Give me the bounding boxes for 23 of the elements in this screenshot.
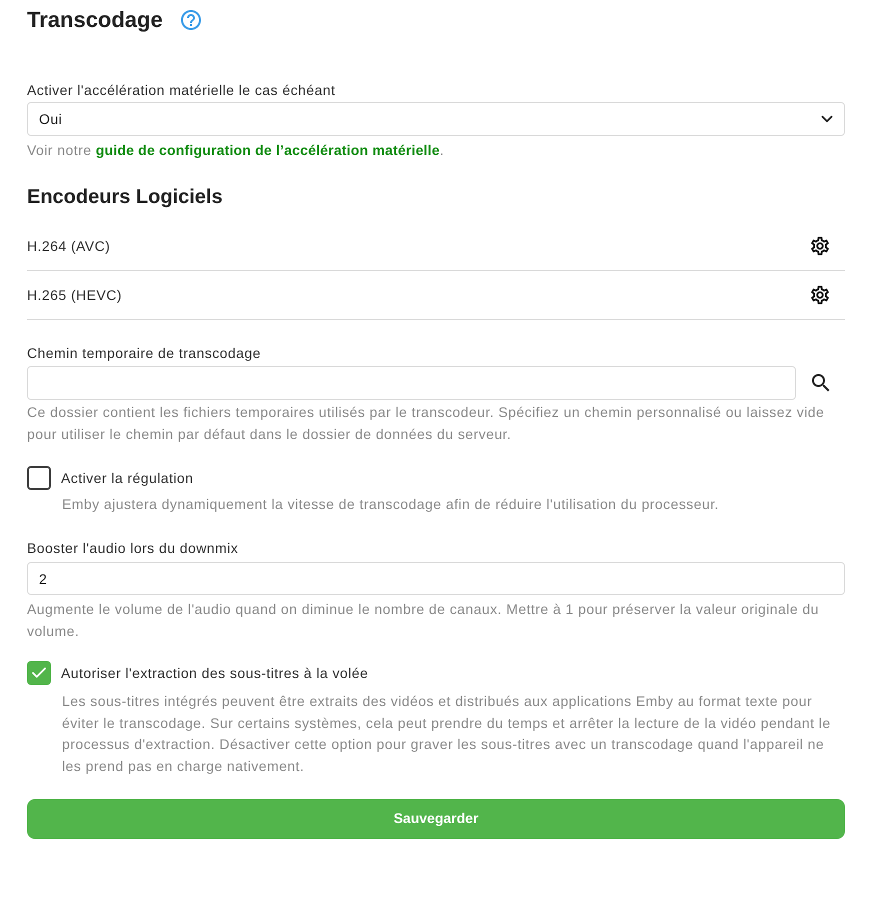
hardware-acceleration-select[interactable]: Oui bbox=[27, 102, 845, 136]
settings-icon[interactable] bbox=[809, 235, 831, 257]
encoder-name: H.264 (AVC) bbox=[27, 237, 110, 256]
checkbox-description: Emby ajustera dynamiquement la vitesse de transcodage afin de réduire l'utilisation du processeur. bbox=[61, 495, 720, 514]
checkbox-label: Autoriser l'extraction des sous-titres à la volée bbox=[61, 664, 368, 683]
help-text: Voir notre guide de configuration de l’accélération matérielle. bbox=[27, 141, 446, 160]
checkbox-label: Activer la régulation bbox=[61, 469, 194, 488]
checkbox[interactable] bbox=[27, 661, 51, 685]
field-description: Ce dossier contient les fichiers temporaires utilisés par le transcodeur. Spécifiez un chemin personnalisé ou laissez vide pour utiliser le chemin par défaut dans le dossier de données du serveur. bbox=[27, 403, 826, 444]
page-title: Transcodage bbox=[27, 6, 163, 34]
section-heading: Encodeurs Logiciels bbox=[27, 185, 224, 210]
field-label: Chemin temporaire de transcodage bbox=[27, 344, 262, 363]
help-icon[interactable] bbox=[178, 8, 203, 32]
field-description: Augmente le volume de l'audio quand on diminue le nombre de canaux. Mettre à 1 pour préserver la valeur originale du volume. bbox=[27, 600, 820, 641]
checkbox-description: Les sous-titres intégrés peuvent être extraits des vidéos et distribués aux applications Emby au format texte pour éviter le transcodage. Sur certains systèmes, cela peut prendre du temps et arrêter la lecture de la vidéo pendant le processus d'extraction. Désactiver cette option pour graver les sous-titres avec un transcodage quand l'appareil ne les prend pas en charge nativement. bbox=[61, 692, 832, 776]
select-label: Activer l'accélération matérielle le cas échéant bbox=[27, 81, 336, 100]
path-input-field[interactable] bbox=[27, 366, 796, 400]
encoder-name: H.265 (HEVC) bbox=[27, 286, 122, 305]
number-input-field[interactable]: 2 bbox=[27, 562, 845, 595]
field-label: Booster l'audio lors du downmix bbox=[27, 539, 240, 558]
checkbox[interactable] bbox=[27, 466, 51, 490]
settings-icon[interactable] bbox=[809, 284, 831, 306]
guide-link[interactable]: guide de configuration de l’accélération matérielle bbox=[96, 142, 440, 158]
